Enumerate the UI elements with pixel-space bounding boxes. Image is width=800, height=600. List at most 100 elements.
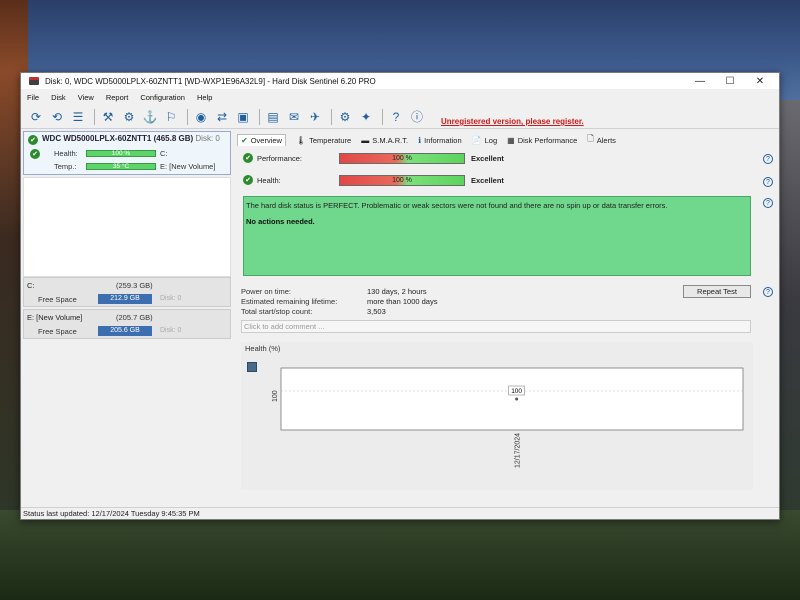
y-tick-label: 100 [272, 390, 279, 402]
wallpaper-forest [0, 510, 800, 600]
refresh-all-icon[interactable]: ⟲ [48, 108, 66, 126]
refresh-icon[interactable]: ⟳ [27, 108, 45, 126]
list-icon[interactable]: ☰ [69, 108, 87, 126]
help-icon[interactable]: ? [387, 108, 405, 126]
disk-list-area [23, 177, 231, 277]
power-on-value: 130 days, 2 hours [367, 287, 427, 296]
toolbar-separator [187, 108, 188, 125]
comment-input[interactable]: Click to add comment ... [241, 320, 751, 333]
volume-disk: Disk: 0 [160, 327, 182, 334]
disk-title: WDC WD5000LPLX-60ZNTT1 (465.8 GB) Disk: … [42, 134, 220, 143]
tab-disk-performance[interactable]: ▦ Disk Performance [507, 136, 577, 145]
disk-entry[interactable]: ✔ WDC WD5000LPLX-60ZNTT1 (465.8 GB) Disk… [23, 131, 231, 175]
data-point [515, 397, 519, 401]
tab-label: S.M.A.R.T. [372, 135, 409, 145]
performance-label: Performance: [257, 154, 303, 163]
x-tick-label: 12/17/2024 [515, 433, 522, 468]
menu-help[interactable]: Help [197, 93, 212, 102]
tab-smart[interactable]: ▬ S.M.A.R.T. [361, 136, 408, 145]
tab-overview[interactable]: ✔ Overview [237, 134, 286, 146]
tab-label: Alerts [596, 135, 616, 145]
report-icon[interactable]: ▤ [264, 108, 282, 126]
toolbar-separator [259, 108, 260, 125]
disk-tool-icon[interactable]: ⚒ [99, 108, 117, 126]
toolbar-separator [94, 108, 95, 125]
left-panel: ✔ WDC WD5000LPLX-60ZNTT1 (465.8 GB) Disk… [23, 131, 233, 504]
toolbar: ⟳ ⟲ ☰ ⚒ ⚙ ⚓ ⚐ ◉ ⇄ ▣ ▤ ✉ ✈ ⚙ ✦ ? ⓘ [21, 105, 779, 129]
lifetime-label: Estimated remaining lifetime: [241, 297, 338, 306]
repeat-test-button[interactable]: Repeat Test [683, 285, 751, 298]
question-icon[interactable]: ? [763, 198, 773, 208]
question-icon[interactable]: ? [763, 154, 773, 164]
close-button[interactable]: ✕ [745, 73, 775, 89]
question-icon[interactable]: ? [763, 287, 773, 297]
log-icon: 📄 [471, 135, 482, 145]
menu-bar: File Disk View Report Configuration Help [21, 91, 779, 103]
tab-log[interactable]: 📄 Log [472, 136, 497, 145]
window-title: Disk: 0, WDC WD5000LPLX-60ZNTT1 [WD-WXP1… [45, 76, 376, 86]
app-icon [29, 77, 39, 85]
save-icon[interactable]: ▣ [234, 108, 252, 126]
tab-bar: ✔ Overview 🌡 Temperature ▬ S.M.A.R.T. ℹ … [237, 133, 777, 147]
tab-label: Information [424, 135, 462, 145]
menu-file[interactable]: File [27, 93, 39, 102]
minimize-button[interactable]: — [685, 73, 715, 89]
plot-area [280, 367, 744, 431]
temp-mini-bar: 35 °C [86, 163, 156, 170]
performance-rating: Excellent [471, 154, 504, 163]
startstop-label: Total start/stop count: [241, 307, 313, 316]
toolbar-separator [331, 108, 332, 125]
tab-information[interactable]: ℹ Information [418, 136, 462, 145]
disk-ok-icon: ✔ [28, 135, 38, 145]
mail-icon[interactable]: ✉ [285, 108, 303, 126]
free-space-bar: 212.9 GB [98, 294, 152, 304]
volume-e[interactable]: E: [New Volume] (205.7 GB) Free Space 20… [23, 309, 231, 339]
transfer-icon[interactable]: ⇄ [213, 108, 231, 126]
smart-icon: ▬ [361, 135, 370, 145]
tab-alerts[interactable]: 🗋 Alerts [587, 133, 616, 147]
maximize-button[interactable]: ☐ [715, 73, 745, 89]
send-icon[interactable]: ✈ [306, 108, 324, 126]
unregistered-link[interactable]: Unregistered version, please register. [441, 117, 584, 126]
title-bar[interactable]: Disk: 0, WDC WD5000LPLX-60ZNTT1 [WD-WXP1… [21, 73, 779, 89]
free-space-bar: 205.6 GB [98, 326, 152, 336]
alerts-icon: 🗋 [587, 134, 594, 143]
volume-c[interactable]: C: (259.3 GB) Free Space 212.9 GB Disk: … [23, 277, 231, 307]
tab-temperature[interactable]: 🌡 Temperature [296, 136, 351, 145]
tab-label: Temperature [309, 135, 352, 145]
volume-name: E: [New Volume] [27, 313, 83, 322]
free-space-label: Free Space [38, 295, 77, 304]
status-text-box: The hard disk status is PERFECT. Problem… [243, 196, 751, 276]
settings-icon[interactable]: ⚙ [336, 108, 354, 126]
temp-drive-label: E: [New Volume] [160, 162, 216, 171]
health-mini-bar: 100 % [86, 150, 156, 157]
health-label: Health: [54, 149, 78, 158]
tab-label: Log [484, 135, 498, 145]
health-ok-icon: ✔ [243, 175, 253, 185]
disk-info-icon[interactable]: ⚐ [162, 108, 180, 126]
tools-icon[interactable]: ✦ [357, 108, 375, 126]
info-icon: ℹ [418, 135, 422, 145]
performance-ok-icon: ✔ [243, 153, 253, 163]
disk-test-icon[interactable]: ⚓ [141, 108, 159, 126]
temp-label: Temp.: [54, 162, 77, 171]
performance-bar: 100 % [339, 153, 465, 164]
about-icon[interactable]: ⓘ [408, 108, 426, 126]
disk-scan-icon[interactable]: ⚙ [120, 108, 138, 126]
status-text: The hard disk status is PERFECT. Problem… [246, 201, 668, 210]
question-icon[interactable]: ? [763, 177, 773, 187]
volume-size: (205.7 GB) [116, 313, 153, 322]
backup-icon[interactable]: ◉ [192, 108, 210, 126]
menu-disk[interactable]: Disk [51, 93, 66, 102]
volume-size: (259.3 GB) [116, 281, 153, 290]
menu-view[interactable]: View [78, 93, 94, 102]
menu-report[interactable]: Report [106, 93, 129, 102]
disk-size: (465.8 GB) [153, 134, 194, 143]
disk-model: WDC WD5000LPLX-60ZNTT1 [42, 134, 152, 143]
menu-configuration[interactable]: Configuration [140, 93, 185, 102]
tab-label: Disk Performance [517, 135, 578, 145]
health-drive-label: C: [160, 149, 168, 158]
thermometer-icon: 🌡 [295, 135, 307, 145]
performance-icon: ▦ [507, 135, 515, 145]
overview-panel: ✔ Performance: 100 % Excellent ? ✔ Healt… [237, 148, 777, 504]
